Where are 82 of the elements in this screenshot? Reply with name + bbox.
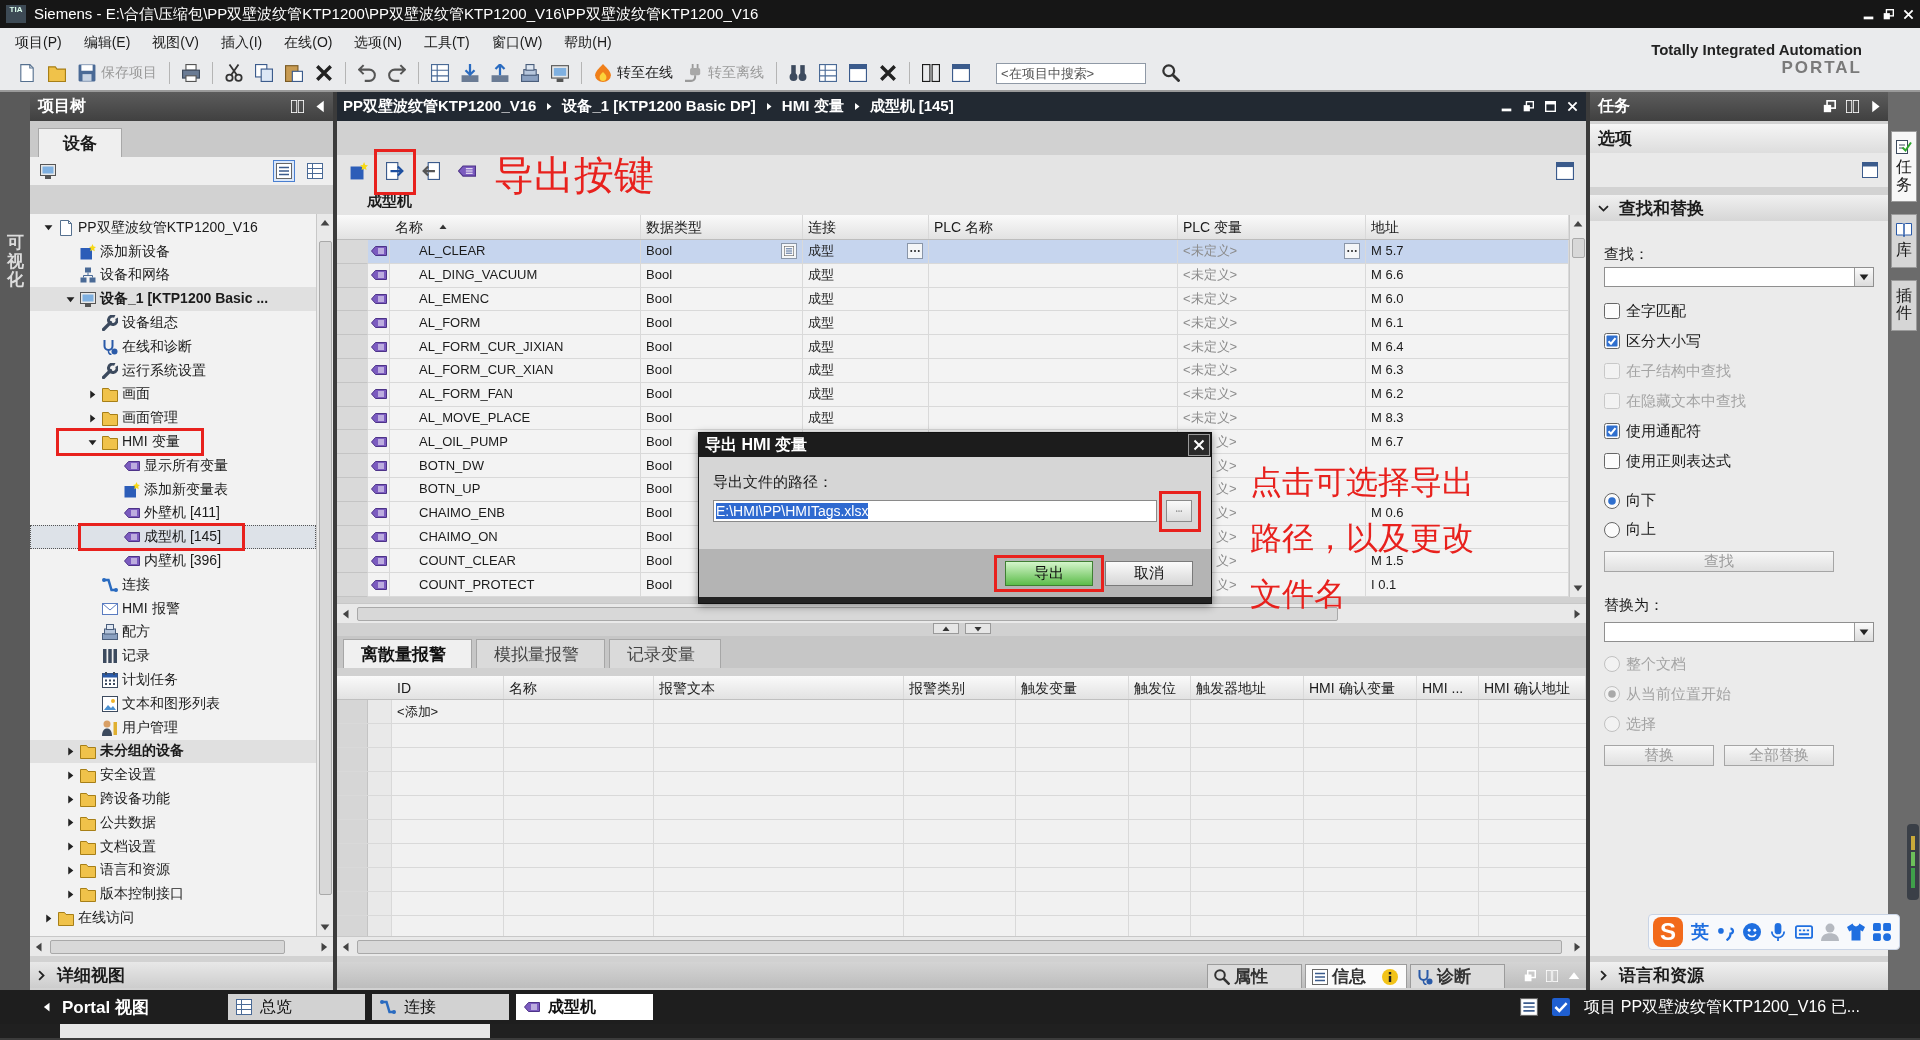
table-cell: <未定义> [1183,268,1238,283]
table-cell: <未定义> [1183,292,1238,306]
table-cell: 义> [1216,577,1237,592]
table-cell: Bool [646,577,673,592]
table-cell: BOTN_DW [419,458,484,473]
table-cell: AL_EMENC [419,292,490,306]
callout-text: 导出按键 [494,153,654,197]
table-cell: 义> [1216,553,1237,568]
table-cell: M 6.6 [1371,268,1404,283]
table-cell: M 6.7 [1371,434,1404,449]
table-cell: <未定义> [1183,244,1238,259]
field-label: 替换为： [1604,596,1664,614]
table-cell: 成型 [808,292,834,306]
table-cell: AL_OIL_PUMP [419,434,508,449]
table-cell: Bool [646,458,673,473]
table-cell: 成型 [808,387,834,402]
window-title: Siemens - E:\合信\压缩包\PP双壁波纹管KTP1200\PP双壁波纹管KTP1200_V16\PP双壁波纹管KTP1200_V16 [34,4,760,24]
table-cell: I 0.1 [1371,577,1397,592]
table-cell: Bool [646,434,673,449]
table-cell: 义> [1216,434,1237,449]
dialog-title: 导出 HMI 变量 [705,434,809,455]
table-cell: <未定义> [1183,410,1238,425]
table-cell: Bool [646,529,673,544]
table-cell: Bool [646,553,673,568]
table-cell: M 6.0 [1371,292,1404,306]
table-cell: Bool [646,410,673,425]
table-cell: CHAIMO_ON [419,529,498,544]
table-cell: COUNT_PROTECT [419,577,535,592]
side-tab-label: 插件 [1896,286,1912,322]
side-tab-label: 库 [1896,241,1912,259]
table-cell: AL_FORM_CUR_XIAN [419,363,554,378]
table-cell: Bool [646,292,673,306]
table-cell: 成型 [808,410,834,425]
table-cell: Bool [646,315,673,330]
table-cell: M 0.6 [1371,506,1404,521]
table-cell: Bool [646,482,673,497]
table-cell: Bool [646,387,673,402]
table-cell: M 6.1 [1371,315,1404,330]
table-cell: M 8.3 [1371,410,1404,425]
table-cell: AL_MOVE_PLACE [419,410,531,425]
field-label: 查找： [1604,245,1649,263]
app-logo: TIA [6,5,26,23]
table-cell: Bool [646,244,673,259]
table-cell: BOTN_UP [419,482,481,497]
table-cell: 成型 [808,363,834,378]
product-name: PORTAL [1781,57,1862,78]
table-cell: 义> [1216,458,1237,473]
table-cell: <未定义> [1183,387,1238,402]
table-cell: M 6.3 [1371,363,1404,378]
table-cell: AL_DING_VACUUM [419,268,538,283]
table-cell: 义> [1216,482,1237,497]
table-cell: M 6.2 [1371,387,1404,402]
panel-title: 项目树 [38,96,87,116]
table-cell: 义> [1216,529,1237,544]
table-cell: <未定义> [1183,315,1238,330]
table-cell: 成型 [808,315,834,330]
table-cell: CHAIMO_ENB [419,506,505,521]
table-cell: COUNT_CLEAR [419,553,516,568]
table-cell: Bool [646,268,673,283]
brand-name: Totally Integrated Automation [1651,40,1862,58]
table-cell: M 6.4 [1371,339,1404,354]
status-message: 项目 PP双壁波纹管KTP1200_V16 已... [1584,996,1860,1017]
table-cell: Bool [646,363,673,378]
table-cell: 成型 [808,339,834,354]
table-cell: Bool [646,506,673,521]
table-cell: AL_FORM [419,315,481,330]
field-label: 导出文件的路径： [713,473,834,491]
panel-title: 任务 [1598,96,1631,116]
table-cell: M 5.7 [1371,244,1404,259]
table-cell: AL_FORM_CUR_JIXIAN [419,339,564,354]
callout-text: 文件名 [1250,578,1346,610]
table-cell: 成型 [808,244,834,259]
side-tab-label: 任务 [1896,158,1912,194]
table-cell: 义> [1216,506,1237,521]
table-cell: 成型 [808,268,834,283]
table-cell: Bool [646,339,673,354]
table-cell: AL_CLEAR [419,244,486,259]
table-cell: <未定义> [1183,339,1238,354]
table-cell: <未定义> [1183,363,1238,378]
table-cell: M 1.5 [1371,553,1404,568]
table-cell: AL_FORM_FAN [419,387,513,402]
pane-title: 选项 [1598,128,1632,150]
